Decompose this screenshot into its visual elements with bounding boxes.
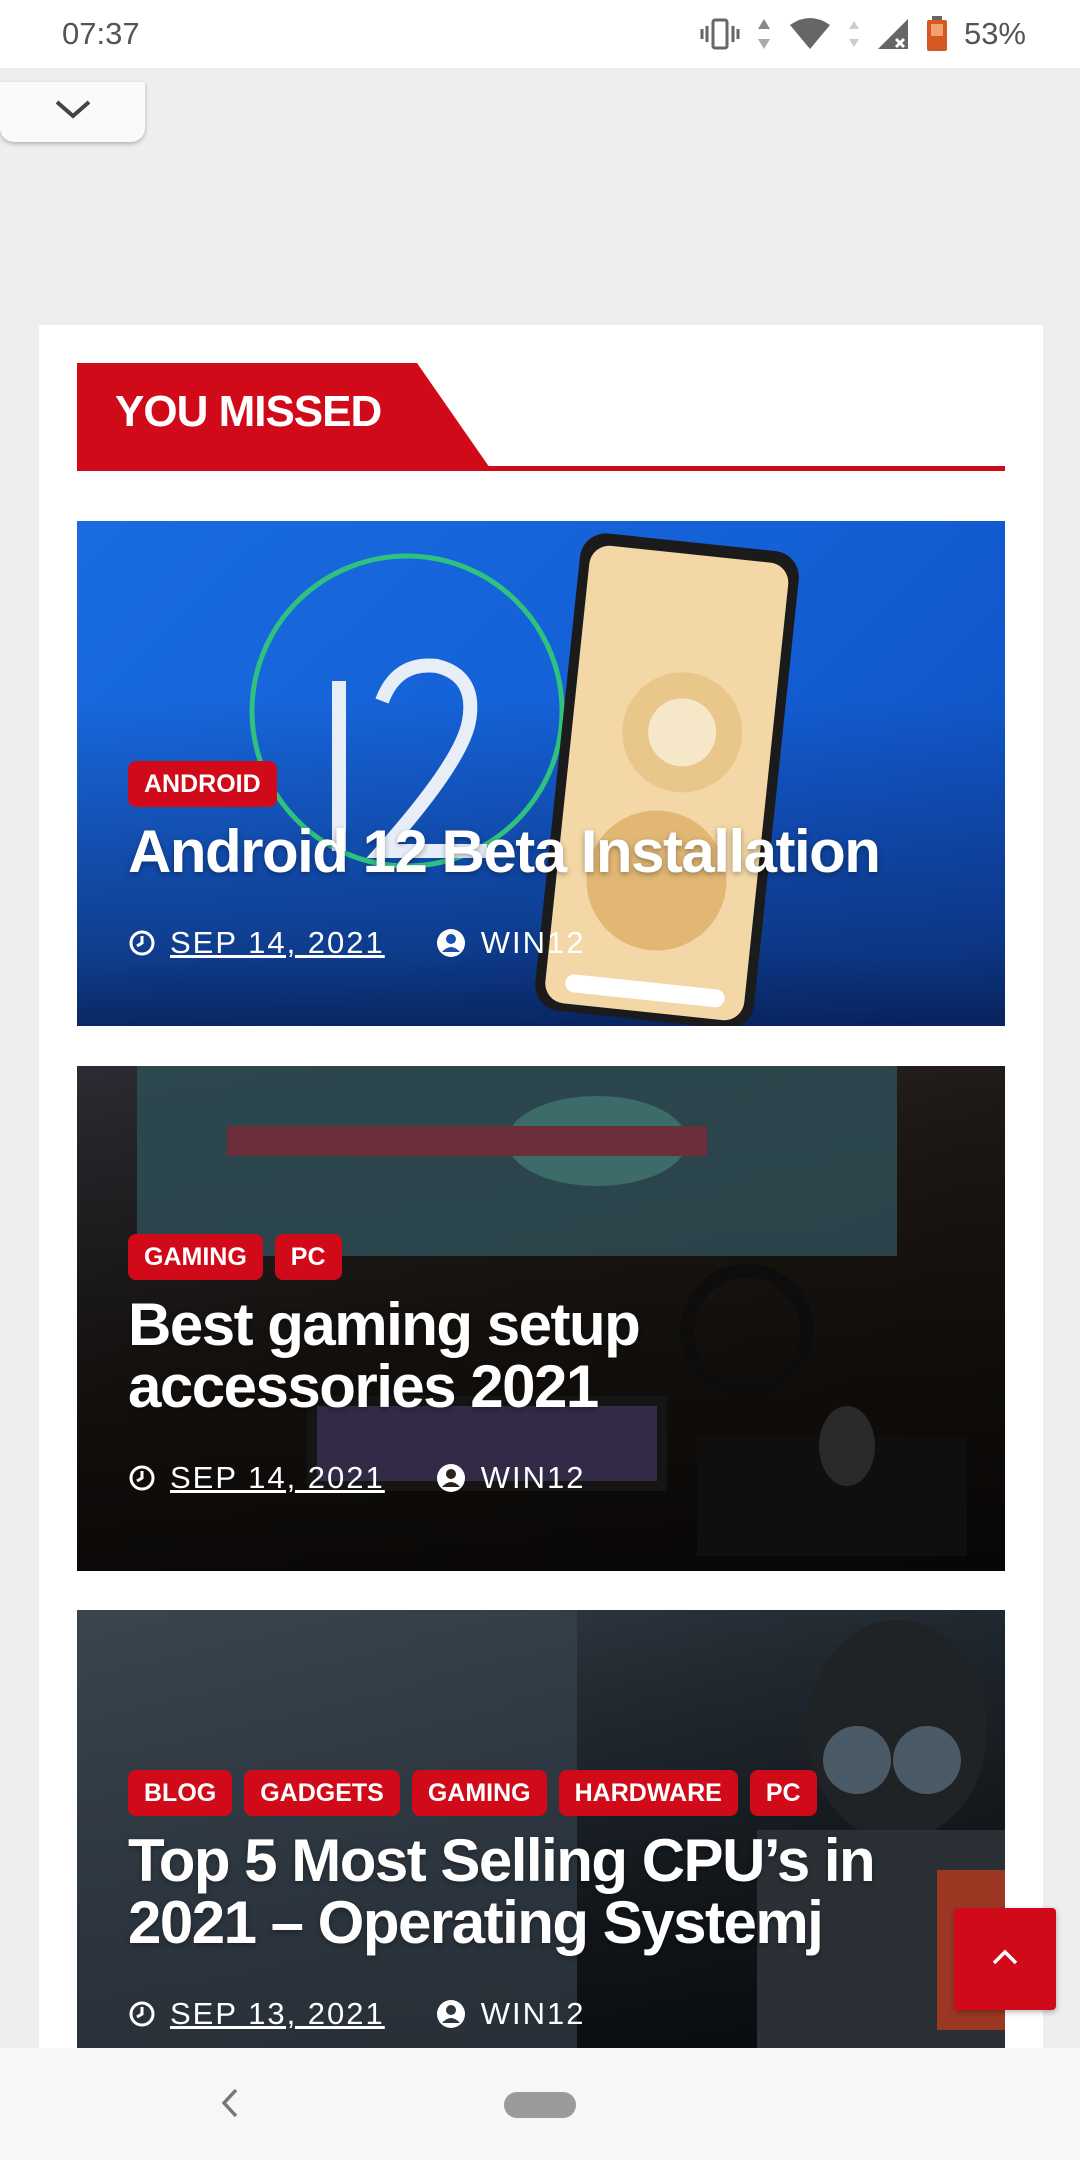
clock-icon bbox=[128, 2000, 156, 2028]
chevron-down-icon bbox=[53, 98, 93, 127]
post-date[interactable]: SEP 14, 2021 bbox=[170, 1460, 385, 1496]
category-tag[interactable]: PC bbox=[749, 1770, 817, 1816]
chevron-up-icon bbox=[990, 1947, 1020, 1972]
category-tag[interactable]: GAMING bbox=[411, 1770, 547, 1816]
post-meta: SEP 14, 2021 WIN12 bbox=[128, 1460, 965, 1496]
data-arrows-icon bbox=[848, 17, 860, 51]
section-title: YOU MISSED bbox=[115, 387, 382, 436]
category-tag[interactable]: GADGETS bbox=[244, 1770, 400, 1816]
status-icons: 53% bbox=[700, 16, 1026, 52]
post-author[interactable]: WIN12 bbox=[481, 925, 586, 961]
post-date[interactable]: SEP 14, 2021 bbox=[170, 925, 385, 961]
battery-icon bbox=[926, 16, 948, 52]
post-card[interactable]: BLOG GADGETS GAMING HARDWARE PC Top 5 Mo… bbox=[77, 1610, 1005, 2050]
system-nav-bar bbox=[0, 2048, 1080, 2160]
clock-icon bbox=[128, 1464, 156, 1492]
post-tags: BLOG GADGETS GAMING HARDWARE PC bbox=[128, 1770, 965, 1816]
you-missed-section: YOU MISSED ANDROID Android 12 Beta Insta… bbox=[39, 325, 1043, 2055]
category-tag[interactable]: ANDROID bbox=[128, 761, 277, 807]
post-card[interactable]: ANDROID Android 12 Beta Installation SEP… bbox=[77, 521, 1005, 1026]
post-author[interactable]: WIN12 bbox=[481, 1460, 586, 1496]
user-icon bbox=[435, 927, 467, 959]
post-title[interactable]: Best gaming setup accessories 2021 bbox=[128, 1294, 768, 1418]
signal-icon bbox=[876, 17, 910, 51]
post-author[interactable]: WIN12 bbox=[481, 1996, 586, 2032]
post-tags: ANDROID bbox=[128, 761, 965, 807]
scroll-to-top-button[interactable] bbox=[954, 1908, 1056, 2010]
status-bar: 07:37 53% bbox=[0, 0, 1080, 68]
status-time: 07:37 bbox=[62, 16, 140, 51]
category-tag[interactable]: HARDWARE bbox=[558, 1770, 738, 1816]
category-tag[interactable]: BLOG bbox=[128, 1770, 233, 1816]
category-tag[interactable]: GAMING bbox=[128, 1234, 263, 1280]
user-icon bbox=[435, 1462, 467, 1494]
wifi-icon bbox=[788, 17, 832, 51]
category-tag[interactable]: PC bbox=[274, 1234, 342, 1280]
post-title[interactable]: Top 5 Most Selling CPU’s in 2021 – Opera… bbox=[128, 1830, 948, 1954]
section-header: YOU MISSED bbox=[77, 363, 1005, 471]
battery-percent: 53% bbox=[963, 16, 1026, 51]
post-content: BLOG GADGETS GAMING HARDWARE PC Top 5 Mo… bbox=[128, 1770, 965, 2032]
post-tags: GAMING PC bbox=[128, 1234, 965, 1280]
post-meta: SEP 13, 2021 WIN12 bbox=[128, 1996, 965, 2032]
post-content: ANDROID Android 12 Beta Installation SEP… bbox=[128, 761, 965, 961]
clock-icon bbox=[128, 929, 156, 957]
data-arrows-icon bbox=[756, 17, 772, 51]
home-pill[interactable] bbox=[504, 2092, 576, 2118]
back-icon[interactable] bbox=[218, 2086, 242, 2125]
post-content: GAMING PC Best gaming setup accessories … bbox=[128, 1234, 965, 1496]
post-date[interactable]: SEP 13, 2021 bbox=[170, 1996, 385, 2032]
post-title[interactable]: Android 12 Beta Installation bbox=[128, 821, 965, 883]
user-icon bbox=[435, 1998, 467, 2030]
collapse-tab-button[interactable] bbox=[0, 82, 145, 142]
vibrate-icon bbox=[700, 17, 740, 51]
post-card[interactable]: GAMING PC Best gaming setup accessories … bbox=[77, 1066, 1005, 1571]
post-meta: SEP 14, 2021 WIN12 bbox=[128, 925, 965, 961]
